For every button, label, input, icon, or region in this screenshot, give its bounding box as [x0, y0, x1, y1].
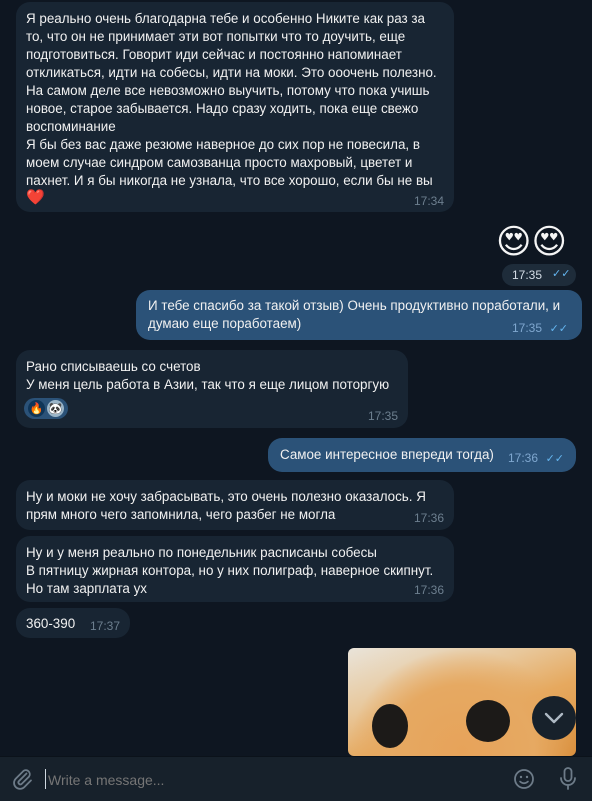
message-bubble-outgoing[interactable]: И тебе спасибо за такой отзыв) Очень про…	[136, 290, 582, 340]
message-text: Ну и у меня реально по понедельник распи…	[26, 545, 434, 596]
emoji-time-badge: 17:35 ✓✓	[502, 264, 576, 286]
fire-reaction-icon[interactable]: 🔥	[28, 400, 45, 417]
message-bubble-incoming[interactable]: Рано списываешь со счетов У меня цель ра…	[16, 350, 408, 428]
message-time: 17:36	[507, 451, 538, 465]
message-bubble-outgoing[interactable]: Самое интересное впереди тогда) 17:36 ✓✓	[268, 438, 576, 472]
heart-eyes-emoji: 😍😍	[496, 223, 567, 261]
chevron-down-icon	[544, 712, 564, 724]
message-text: 360-390	[26, 616, 76, 631]
cat-right-eye	[466, 700, 510, 742]
message-text: Ну и моки не хочу забрасывать, это очень…	[26, 489, 430, 522]
message-bubble-incoming[interactable]: Ну и у меня реально по понедельник распи…	[16, 536, 454, 602]
cat-left-eye	[372, 704, 408, 748]
emoji-message[interactable]: 😍😍	[496, 224, 567, 260]
double-check-icon: ✓✓	[549, 323, 568, 335]
message-text: Я реально очень благодарна тебе и особен…	[26, 11, 437, 188]
message-time: 17:34	[413, 194, 444, 208]
double-check-icon: ✓✓	[545, 453, 564, 465]
message-time: 17:35	[367, 409, 398, 423]
message-time: 17:36	[413, 583, 444, 597]
message-bubble-incoming[interactable]: Ну и моки не хочу забрасывать, это очень…	[16, 480, 454, 530]
microphone-icon[interactable]	[556, 766, 580, 792]
scroll-down-button[interactable]	[532, 696, 576, 740]
message-time: 17:35	[511, 321, 542, 335]
message-bubble-incoming[interactable]: Я реально очень благодарна тебе и особен…	[16, 2, 454, 212]
message-text: И тебе спасибо за такой отзыв) Очень про…	[148, 298, 564, 331]
message-text: Рано списываешь со счетов У меня цель ра…	[26, 359, 390, 392]
panda-reaction-icon[interactable]: 🐼	[47, 400, 64, 417]
message-time: 17:36	[413, 511, 444, 525]
message-bubble-incoming[interactable]: 360-390 17:37	[16, 608, 130, 638]
message-time: 17:35	[512, 268, 543, 282]
heart-emoji: ❤️	[26, 189, 45, 206]
message-time: 17:37	[89, 619, 120, 633]
reactions[interactable]: 🔥 🐼	[24, 398, 68, 419]
paperclip-icon[interactable]	[10, 767, 34, 791]
message-input[interactable]	[46, 767, 450, 793]
message-composer	[0, 756, 592, 801]
double-check-icon: ✓✓	[552, 268, 571, 280]
smile-icon[interactable]	[512, 767, 536, 791]
